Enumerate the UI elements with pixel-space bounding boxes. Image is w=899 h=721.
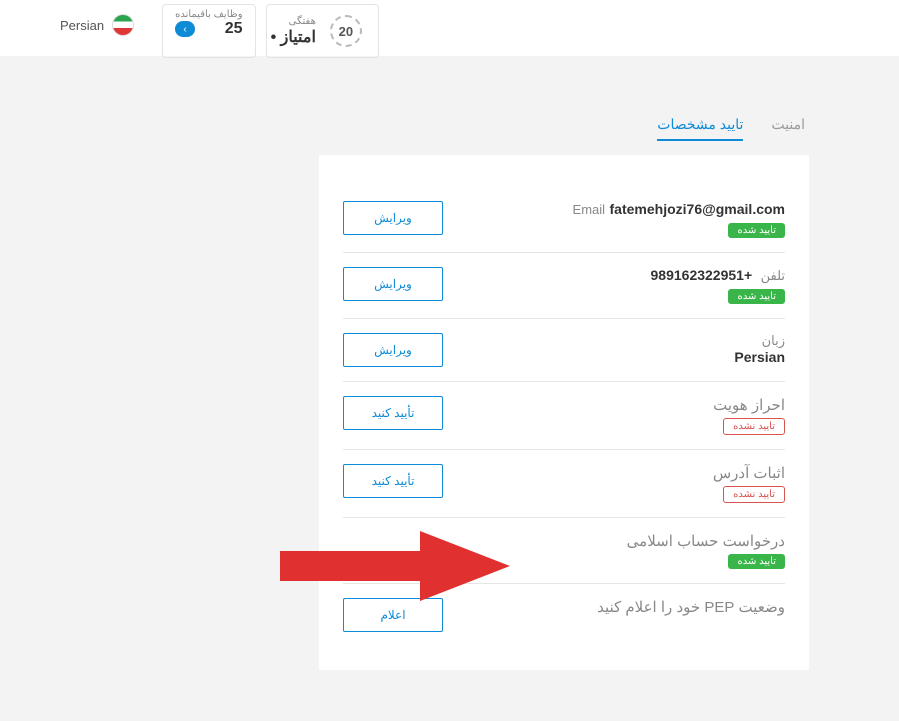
- tabs: امنیت تایید مشخصات: [0, 116, 809, 141]
- points-card[interactable]: هفتگی • امتیاز 20: [266, 4, 379, 58]
- islamic-account-verified-badge: تایید شده: [728, 554, 785, 569]
- language-field-value: Persian: [734, 349, 785, 365]
- row-email: Email fatemehjozi76@gmail.com تایید شده …: [343, 187, 785, 253]
- identity-unverified-badge: تایید نشده: [723, 418, 785, 435]
- language-label: Persian: [60, 18, 104, 33]
- edit-language-button[interactable]: ویرایش: [343, 333, 443, 367]
- tab-verification[interactable]: تایید مشخصات: [657, 116, 743, 141]
- pep-label: وضعیت PEP خود را اعلام کنید: [597, 598, 785, 616]
- tasks-label: وظایف باقیمانده: [175, 9, 242, 20]
- verification-panel: Email fatemehjozi76@gmail.com تایید شده …: [319, 155, 809, 670]
- row-address: اثبات آدرس تایید نشده تأیید کنید: [343, 450, 785, 518]
- tasks-value: 25: [225, 20, 243, 38]
- row-pep: وضعیت PEP خود را اعلام کنید اعلام: [343, 584, 785, 646]
- email-verified-badge: تایید شده: [728, 223, 785, 238]
- language-selector[interactable]: Persian: [60, 14, 134, 36]
- edit-email-button[interactable]: ویرایش: [343, 201, 443, 235]
- verify-identity-button[interactable]: تأیید کنید: [343, 396, 443, 430]
- verify-address-button[interactable]: تأیید کنید: [343, 464, 443, 498]
- phone-value: +989162322951: [651, 267, 753, 283]
- row-identity: احراز هویت تایید نشده تأیید کنید: [343, 382, 785, 450]
- islamic-account-label: درخواست حساب اسلامی: [627, 532, 785, 550]
- declare-pep-button[interactable]: اعلام: [343, 598, 443, 632]
- points-label: هفتگی: [271, 16, 316, 27]
- iran-flag-icon: [112, 14, 134, 36]
- tasks-remaining-card[interactable]: وظایف باقیمانده ‹ 25: [162, 4, 255, 58]
- wreath-number: 20: [330, 15, 362, 47]
- phone-label: تلفن: [761, 268, 785, 283]
- tab-security[interactable]: امنیت: [771, 116, 805, 141]
- identity-label: احراز هویت: [713, 396, 785, 414]
- email-label: Email: [573, 202, 606, 217]
- language-field-label: زبان: [734, 333, 785, 349]
- edit-phone-button[interactable]: ویرایش: [343, 267, 443, 301]
- address-unverified-badge: تایید نشده: [723, 486, 785, 503]
- row-language: زبان Persian ویرایش: [343, 319, 785, 382]
- chevron-left-icon: ‹: [175, 21, 195, 37]
- phone-verified-badge: تایید شده: [728, 289, 785, 304]
- row-islamic-account: درخواست حساب اسلامی تایید شده: [343, 518, 785, 584]
- wreath-badge-icon: 20: [324, 9, 368, 53]
- row-phone: تلفن +989162322951 تایید شده ویرایش: [343, 253, 785, 319]
- points-value: • امتیاز: [271, 27, 316, 47]
- top-bar: Persian وظایف باقیمانده ‹ 25 هفتگی • امت…: [0, 0, 899, 56]
- email-value: fatemehjozi76@gmail.com: [610, 201, 785, 217]
- address-label: اثبات آدرس: [713, 464, 785, 482]
